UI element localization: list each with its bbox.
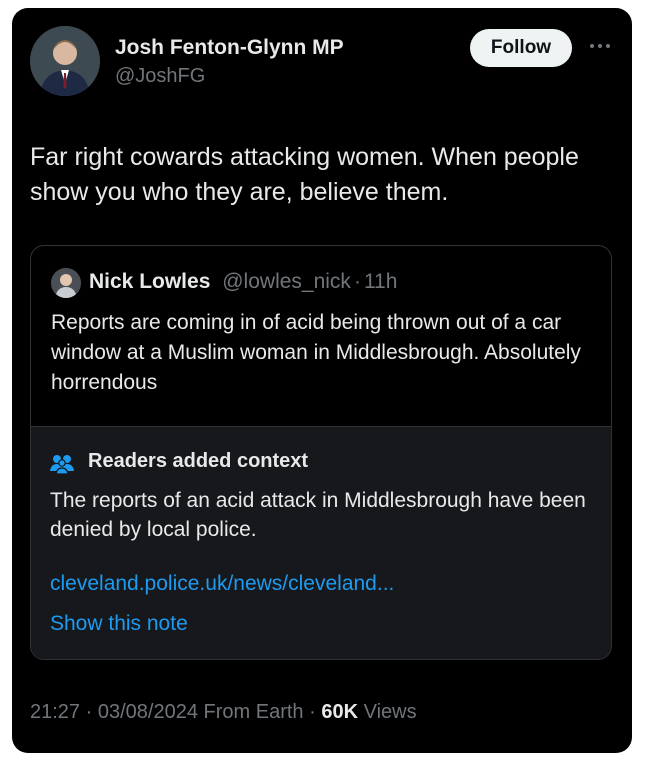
quoted-header: Nick Lowles @lowles_nick · 11h <box>89 270 397 294</box>
note-title: Readers added context <box>88 450 309 472</box>
author-avatar[interactable] <box>30 26 100 96</box>
tweet-footer: 21:27 · 03/08/2024 From Earth · 60K View… <box>30 701 417 724</box>
author-handle[interactable]: @JoshFG <box>115 65 205 88</box>
author-name[interactable]: Josh Fenton-Glynn MP <box>115 36 344 60</box>
quoted-author-avatar[interactable] <box>51 268 81 298</box>
views-count: 60K <box>321 701 359 723</box>
quoted-separator: · <box>353 270 361 293</box>
views-label: Views <box>363 701 417 723</box>
quoted-text: Reports are coming in of acid being thro… <box>51 311 581 394</box>
tweet-text: Far right cowards attacking women. When … <box>30 143 579 206</box>
quoted-author-name[interactable]: Nick Lowles <box>89 270 210 293</box>
more-options-icon[interactable] <box>586 36 614 56</box>
tweet-card: Josh Fenton-Glynn MP @JoshFG Follow Far … <box>12 8 632 753</box>
post-source: From Earth <box>203 701 304 723</box>
quoted-time[interactable]: 11h <box>364 270 397 293</box>
footer-separator: · <box>85 701 93 723</box>
note-source-link[interactable]: cleveland.police.uk/news/cleveland... <box>50 572 394 596</box>
post-time[interactable]: 21:27 <box>30 701 80 723</box>
footer-separator: · <box>309 701 316 723</box>
quoted-tweet[interactable]: Nick Lowles @lowles_nick · 11h Reports are… <box>30 245 612 660</box>
quoted-author-handle[interactable]: @lowles_nick <box>222 270 351 293</box>
people-icon <box>49 453 75 475</box>
follow-button[interactable]: Follow <box>470 29 572 67</box>
post-date[interactable]: 03/08/2024 <box>98 701 198 723</box>
community-note: Readers added context The reports of an … <box>31 426 611 659</box>
note-text: The reports of an acid attack in Middles… <box>50 489 586 541</box>
show-note-link[interactable]: Show this note <box>50 612 188 636</box>
